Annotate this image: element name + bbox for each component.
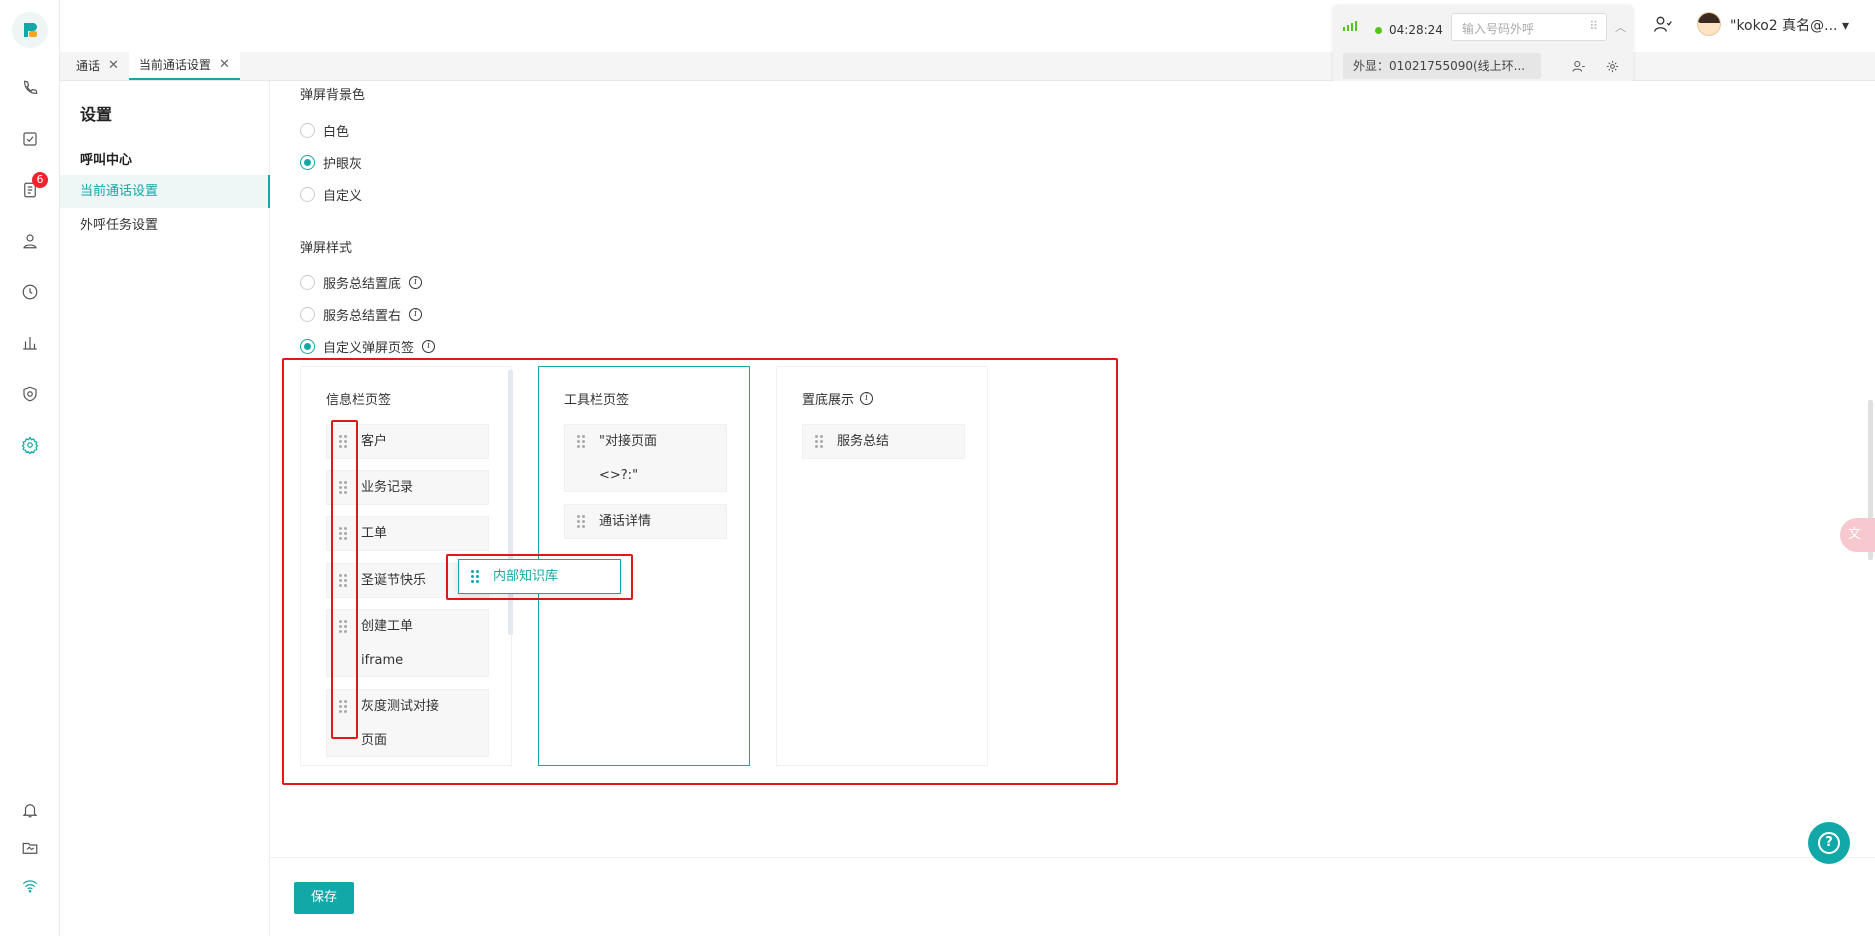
info-icon[interactable]: i [422, 340, 436, 353]
radio-label: 自定义 [323, 189, 363, 204]
user-name: "koko2 真名@... [1730, 18, 1838, 34]
signal-icon [1343, 21, 1357, 31]
radio-custom-tabs[interactable]: 自定义弹屏页签 i [300, 337, 436, 356]
bell-icon[interactable] [18, 798, 42, 822]
bg-color-title: 弹屏背景色 [300, 88, 366, 103]
radio-circle[interactable] [300, 275, 315, 290]
statistics-icon[interactable] [18, 331, 42, 355]
radio-bg-custom[interactable]: 自定义 [300, 185, 362, 204]
folder-icon[interactable] [18, 836, 42, 860]
info-icon[interactable]: i [409, 308, 423, 321]
tab-card-label: 圣诞节快乐 [361, 573, 427, 588]
drag-handle-icon[interactable] [815, 435, 825, 449]
user-menu[interactable]: "koko2 真名@... ▾ [1730, 15, 1849, 35]
radio-label: 白色 [323, 125, 350, 140]
tab-card-label: 业务记录 [361, 480, 414, 495]
keypad-icon[interactable]: ⠿ [1589, 19, 1598, 33]
close-icon[interactable]: ✕ [219, 51, 230, 79]
nav-item-current-call-settings[interactable]: 当前通话设置 [60, 175, 270, 208]
radio-circle[interactable] [300, 307, 315, 322]
tab-label: 通话 [76, 59, 101, 73]
popup-style-title: 弹屏样式 [300, 241, 353, 256]
ticket-badge: 6 [32, 172, 48, 188]
tab-card-label: "对接页面 <>?:" [599, 434, 657, 483]
phone-icon[interactable] [18, 76, 42, 100]
left-rail: 6 [0, 0, 60, 936]
tab-card[interactable]: 通话详情 [564, 504, 727, 539]
call-widget: 04:28:24 输入号码外呼 ⠿ ︿ 外显：01021755090(线上环... [1333, 5, 1633, 89]
column-title-text: 置底展示 [802, 393, 855, 408]
radio-summary-bottom[interactable]: 服务总结置底 i [300, 273, 423, 292]
settings-gear-icon[interactable] [18, 433, 42, 457]
column-title: 工具栏页签 [564, 393, 630, 408]
online-status-dot [1375, 27, 1382, 34]
tab-card-label: 灰度测试对接 页面 [361, 699, 440, 748]
user-group-icon[interactable] [1653, 14, 1675, 36]
annotation-box-drag-handles [331, 420, 358, 739]
save-button[interactable]: 保存 [294, 882, 354, 914]
avatar[interactable] [1697, 12, 1721, 36]
outbound-number[interactable]: 外显：01021755090(线上环... [1343, 53, 1541, 79]
drag-handle-icon[interactable] [577, 435, 587, 449]
footer-bar: 保存 [270, 857, 1875, 936]
app-logo[interactable] [12, 12, 48, 48]
column-title: 置底展示 i [802, 389, 874, 408]
question-icon: ? [1818, 832, 1840, 854]
radio-bg-eye-gray[interactable]: 护眼灰 [300, 153, 362, 172]
radio-label: 服务总结置底 [323, 277, 402, 292]
contacts-icon[interactable] [18, 229, 42, 253]
dial-placeholder: 输入号码外呼 [1462, 22, 1535, 36]
gear-icon[interactable] [1603, 57, 1621, 75]
drag-handle-icon[interactable] [471, 570, 481, 584]
radio-label: 护眼灰 [323, 157, 363, 172]
chevron-up-icon[interactable]: ︿ [1615, 19, 1626, 35]
column-title: 信息栏页签 [326, 393, 392, 408]
radio-summary-right[interactable]: 服务总结置右 i [300, 305, 423, 324]
tab-card-label: 服务总结 [837, 434, 890, 449]
monitor-shield-icon[interactable] [18, 382, 42, 406]
radio-circle[interactable] [300, 339, 315, 354]
task-check-icon[interactable] [18, 127, 42, 151]
history-clock-icon[interactable] [18, 280, 42, 304]
tab-card-label: 创建工单 iframe [361, 619, 414, 668]
tab-card-label: 客户 [361, 434, 388, 449]
translate-icon[interactable]: 文 [1840, 518, 1875, 552]
radio-circle[interactable] [300, 155, 315, 170]
radio-label: 服务总结置右 [323, 309, 402, 324]
drag-handle-icon[interactable] [577, 515, 587, 529]
radio-bg-white[interactable]: 白色 [300, 121, 349, 140]
tab-card-label: 通话详情 [599, 514, 652, 529]
ticket-icon[interactable]: 6 [18, 172, 48, 202]
nav-section-call-center: 呼叫中心 [80, 153, 133, 168]
dragging-tab-card[interactable]: 内部知识库 [458, 559, 621, 594]
info-icon[interactable]: i [409, 276, 423, 289]
info-icon[interactable]: i [860, 392, 874, 405]
tab-current-call-settings[interactable]: 当前通话设置 ✕ [128, 51, 240, 80]
caret-down-icon: ▾ [1841, 18, 1849, 34]
settings-nav: 设置 呼叫中心 当前通话设置 外呼任务设置 [60, 81, 270, 936]
dial-input[interactable]: 输入号码外呼 ⠿ [1451, 13, 1607, 41]
wifi-icon[interactable] [18, 874, 42, 898]
tab-card-label: 工单 [361, 526, 388, 541]
close-icon[interactable]: ✕ [108, 52, 119, 80]
tab-card[interactable]: 服务总结 [802, 424, 965, 459]
help-button[interactable]: ? [1808, 822, 1850, 864]
radio-circle[interactable] [300, 187, 315, 202]
radio-circle[interactable] [300, 123, 315, 138]
tab-call[interactable]: 通话 ✕ [66, 52, 129, 80]
nav-item-outbound-task-settings[interactable]: 外呼任务设置 [60, 209, 270, 242]
nav-title: 设置 [80, 105, 113, 124]
radio-label: 自定义弹屏页签 [323, 341, 415, 356]
call-timer: 04:28:24 [1389, 23, 1443, 37]
agent-status-icon[interactable] [1569, 57, 1587, 75]
tab-card[interactable]: "对接页面 <>?:" [564, 424, 727, 492]
tab-label: 当前通话设置 [138, 58, 211, 72]
bottom-display-column: 置底展示 i 服务总结 [776, 366, 988, 766]
